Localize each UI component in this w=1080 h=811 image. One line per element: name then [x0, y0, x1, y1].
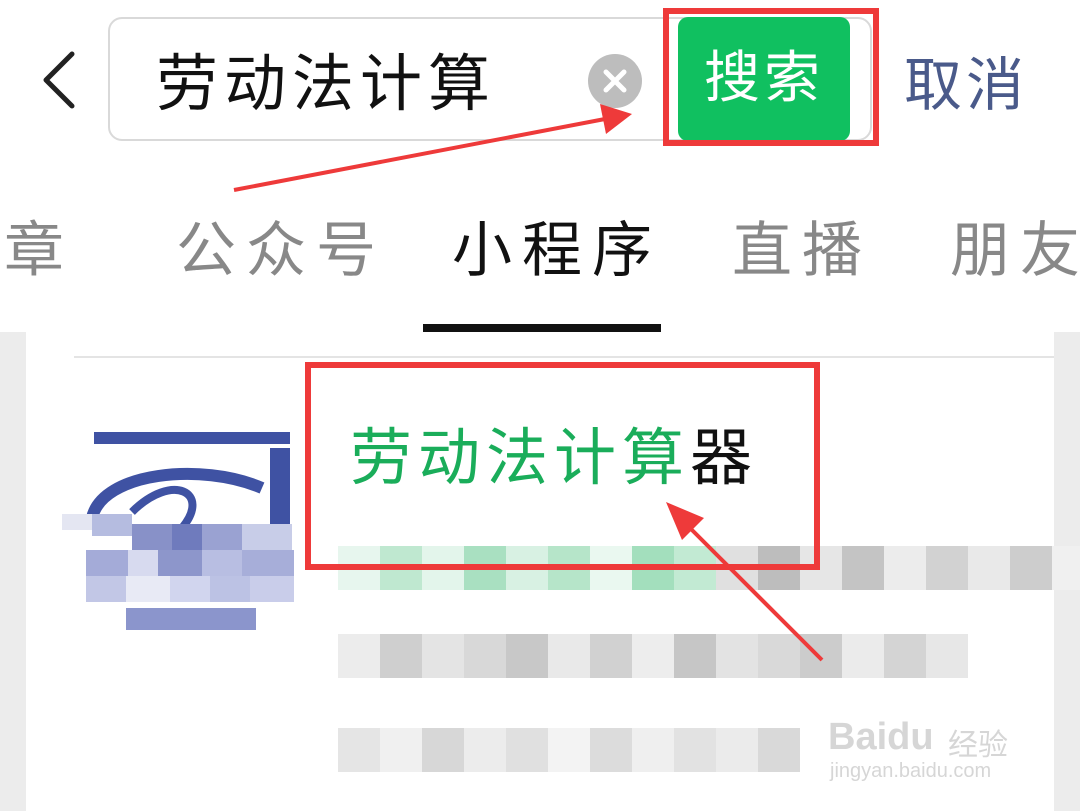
baidu-jingyan-watermark: Baidu 经验 jingyan.baidu.com	[828, 696, 1048, 788]
arrow-to-search-field	[233, 104, 632, 192]
watermark-label: 经验	[948, 728, 1008, 763]
arrow-to-result-title	[666, 502, 824, 662]
annotation-arrows	[233, 104, 824, 662]
watermark-url: jingyan.baidu.com	[830, 760, 992, 782]
watermark-brand: Baidu	[828, 716, 934, 758]
search-results-page: 劳动法计算 搜索 取消 文章 公众号 小程序 直播 朋友圈	[0, 0, 1080, 811]
